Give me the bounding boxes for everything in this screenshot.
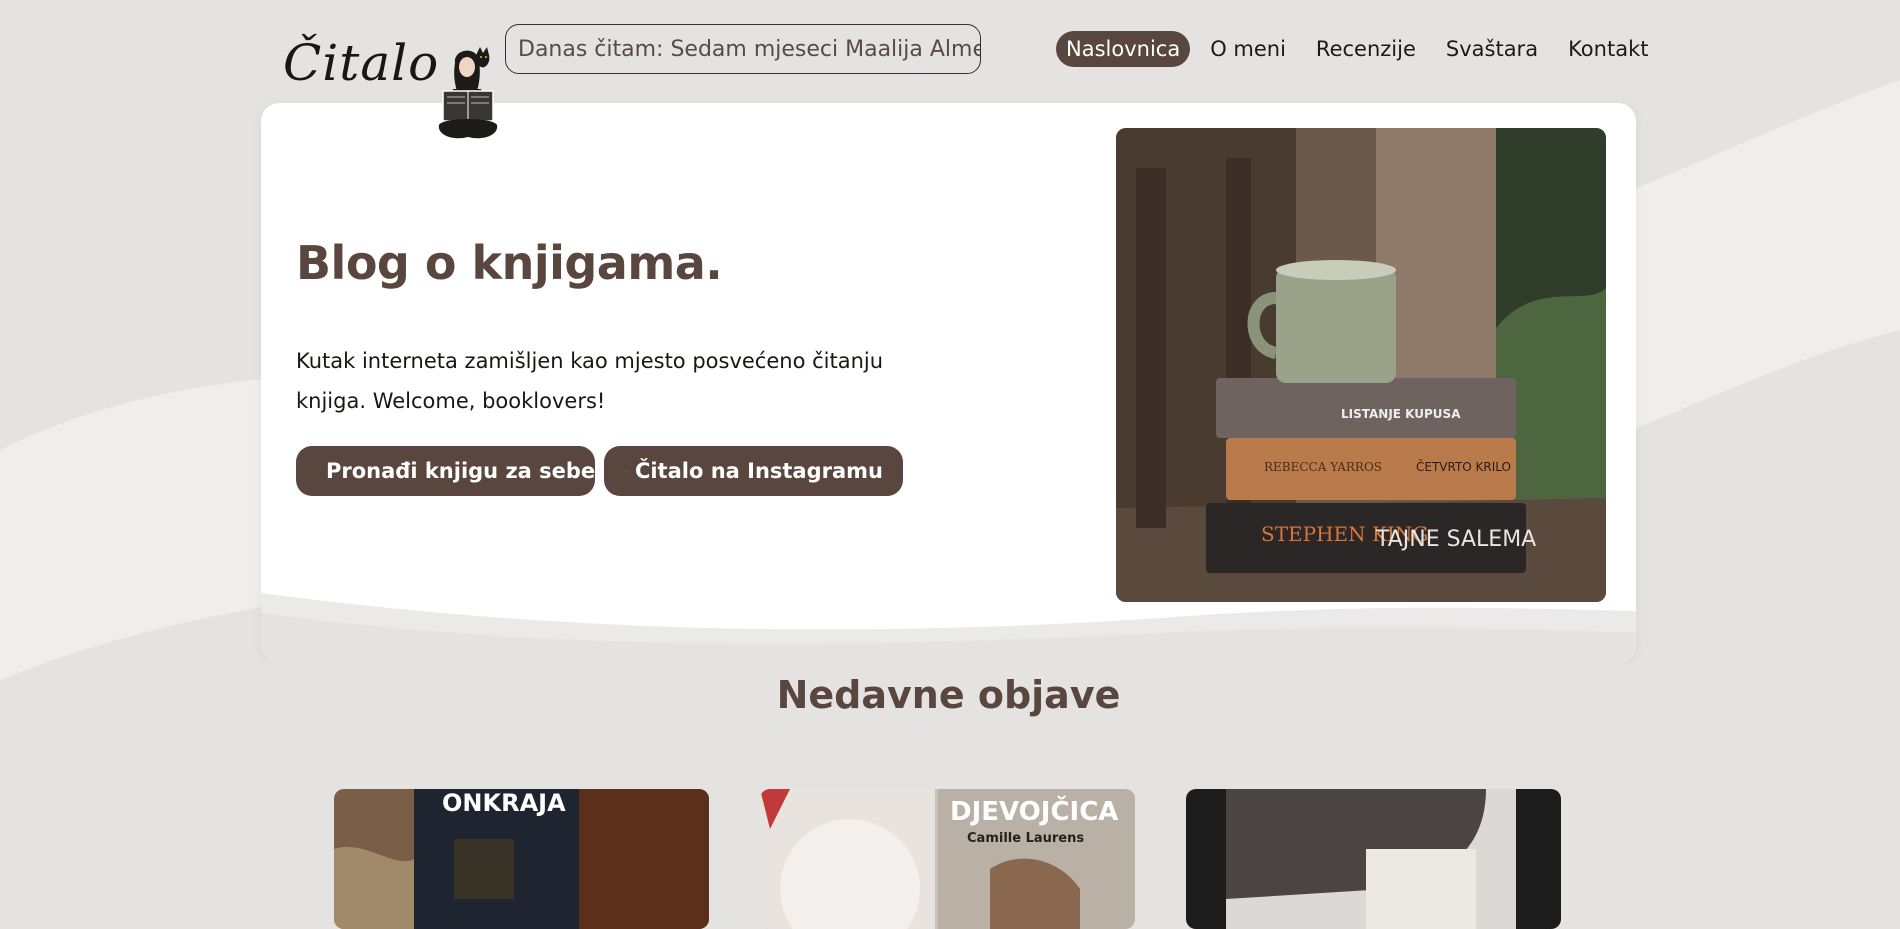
post-card[interactable]: DJEVOJČICA Camille Laurens: [760, 789, 1135, 929]
book-title-salema: TAJNE SALEMA: [1375, 527, 1536, 552]
post-thumbnail: [1186, 789, 1561, 929]
instagram-label: Čitalo na Instagramu: [635, 459, 883, 483]
hero-description: Kutak interneta zamišljen kao mjesto pos…: [296, 341, 926, 421]
main-nav: Naslovnica O meni Recenzije Svaštara Kon…: [1056, 31, 1658, 67]
book-author-yarros: REBECCA YARROS: [1264, 460, 1382, 474]
nav-item-o-meni[interactable]: O meni: [1200, 31, 1296, 67]
post-cover-title: DJEVOJČICA: [950, 797, 1118, 827]
find-book-button[interactable]: Pronađi knjigu za sebe: [296, 446, 595, 496]
book-title-kupusa: LISTANJE KUPUSA: [1341, 407, 1461, 421]
recent-posts-section: Nedavne objave ONKRAJA DJEVOJČICA Camill…: [261, 663, 1636, 907]
nav-item-recenzije[interactable]: Recenzije: [1306, 31, 1426, 67]
post-card[interactable]: [1186, 789, 1561, 929]
nav-item-naslovnica[interactable]: Naslovnica: [1056, 31, 1190, 67]
instagram-button[interactable]: Čitalo na Instagramu: [604, 446, 903, 496]
reading-girl-icon: [433, 45, 503, 145]
hero-wave-divider: [261, 583, 1636, 663]
hero-photo: STEPHEN KING TAJNE SALEMA REBECCA YARROS…: [1116, 128, 1606, 602]
instagram-icon: [624, 461, 625, 481]
site-header: Čitalo Danas čitam: Sedam mjeseci Maalij…: [0, 0, 1900, 100]
hero-title: Blog o knjigama.: [296, 236, 722, 290]
nav-item-kontakt[interactable]: Kontakt: [1558, 31, 1658, 67]
books-photo: STEPHEN KING TAJNE SALEMA REBECCA YARROS…: [1116, 128, 1606, 602]
currently-reading-badge[interactable]: Danas čitam: Sedam mjeseci Maalija Almei…: [505, 24, 981, 74]
site-logo[interactable]: Čitalo: [283, 20, 503, 125]
post-card[interactable]: ONKRAJA: [334, 789, 709, 929]
post-cover-title: ONKRAJA: [442, 789, 566, 817]
logo-wordmark: Čitalo: [283, 34, 439, 92]
book-title-krilo: ČETVRTO KRILO: [1416, 459, 1511, 474]
recent-posts-title: Nedavne objave: [261, 673, 1636, 717]
post-cover-author: Camille Laurens: [967, 831, 1084, 846]
find-book-label: Pronađi knjigu za sebe: [326, 459, 595, 483]
nav-item-svastara[interactable]: Svaštara: [1436, 31, 1548, 67]
hero-card: Blog o knjigama. Kutak interneta zamišlj…: [261, 103, 1636, 663]
